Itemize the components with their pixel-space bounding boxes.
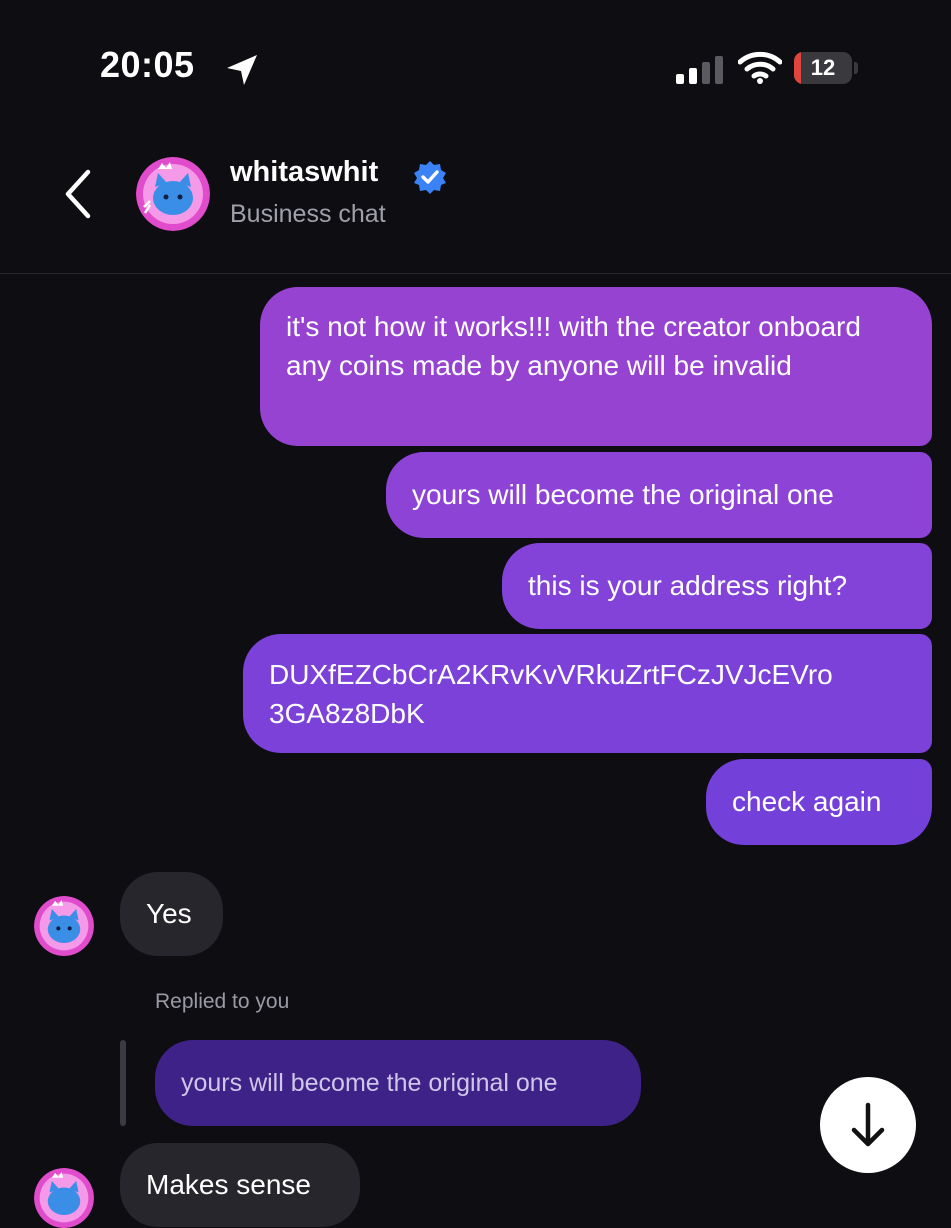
contact-avatar[interactable] — [34, 896, 94, 956]
header-avatar[interactable] — [136, 157, 210, 231]
incoming-message[interactable]: Makes sense — [120, 1143, 360, 1227]
outgoing-message[interactable]: yours will become the original one — [386, 452, 932, 538]
verified-badge-icon — [414, 161, 446, 194]
outgoing-message[interactable]: check again — [706, 759, 932, 845]
contact-avatar[interactable] — [34, 1168, 94, 1228]
header-divider — [0, 273, 951, 274]
address-line-2: 3GA8z8DbK — [269, 698, 425, 729]
contact-name[interactable]: whitaswhit — [230, 156, 378, 189]
battery-icon: 12 — [794, 52, 860, 84]
signal-icon — [676, 56, 723, 84]
scroll-down-arrow-icon — [851, 1102, 885, 1147]
back-chevron-icon[interactable] — [58, 168, 98, 220]
incoming-message[interactable]: Yes — [120, 872, 223, 956]
chat-subtitle: Business chat — [230, 200, 386, 228]
outgoing-message-address[interactable]: DUXfEZCbCrA2KRvKvVRkuZrtFCzJVJcEVro 3GA8… — [243, 634, 932, 753]
status-time: 20:05 — [100, 44, 195, 85]
replied-label: Replied to you — [155, 990, 290, 1013]
quoted-reply-message[interactable]: yours will become the original one — [155, 1040, 641, 1126]
scroll-to-bottom-button[interactable] — [820, 1077, 916, 1173]
wifi-icon — [738, 51, 782, 84]
location-arrow-icon — [227, 55, 257, 85]
outgoing-message[interactable]: it's not how it works!!! with the creato… — [260, 287, 932, 446]
reply-indicator-bar — [120, 1040, 126, 1126]
outgoing-message[interactable]: this is your address right? — [502, 543, 932, 629]
battery-level: 12 — [810, 55, 836, 80]
address-line-1: DUXfEZCbCrA2KRvKvVRkuZrtFCzJVJcEVro — [269, 659, 833, 690]
